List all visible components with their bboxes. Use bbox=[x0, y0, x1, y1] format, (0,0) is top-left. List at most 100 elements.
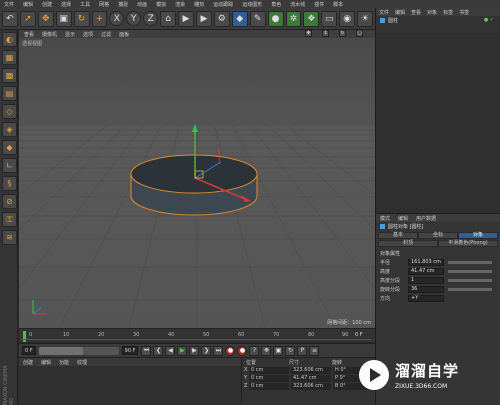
pointer-icon[interactable]: ➚ bbox=[19, 10, 36, 27]
light-icon[interactable]: ☀ bbox=[357, 10, 374, 27]
size-x-field[interactable]: 323.606 cm bbox=[291, 366, 331, 374]
model-mode-icon[interactable]: ▦ bbox=[2, 50, 17, 65]
scale-icon[interactable]: ▣ bbox=[55, 10, 72, 27]
size-z-field[interactable]: 323.606 cm bbox=[291, 382, 331, 390]
coord-system-icon[interactable]: ⌂ bbox=[160, 10, 177, 27]
keyframe-selection-icon[interactable]: ? bbox=[249, 345, 260, 356]
menu-item[interactable]: 脚本 bbox=[333, 1, 343, 8]
tab-caps[interactable]: 封顶 bbox=[378, 240, 438, 247]
deformer-icon[interactable]: ❖ bbox=[303, 10, 320, 27]
current-frame-marker[interactable] bbox=[23, 331, 26, 342]
attribute-menu-item[interactable]: 编辑 bbox=[398, 215, 408, 222]
menu-item[interactable]: 雕刻 bbox=[194, 1, 204, 8]
start-frame-field[interactable]: 0 F bbox=[22, 346, 36, 355]
points-mode-icon[interactable]: ◇ bbox=[2, 104, 17, 119]
viewport-menu-item[interactable]: 摄像机 bbox=[42, 31, 57, 38]
visibility-check-icon[interactable]: ● ✓ bbox=[484, 17, 494, 23]
material-menu-item[interactable]: 创建 bbox=[23, 359, 33, 366]
x-axis-button[interactable]: X bbox=[109, 11, 125, 26]
material-menu-item[interactable]: 纹理 bbox=[77, 359, 87, 366]
subdivide-icon[interactable]: ● bbox=[267, 10, 284, 27]
viewport-menu-item[interactable]: 过滤 bbox=[101, 31, 111, 38]
timeline-menu-icon[interactable]: ≡ bbox=[309, 345, 320, 356]
array-icon[interactable]: ✲ bbox=[285, 10, 302, 27]
menu-item[interactable]: 网格 bbox=[99, 1, 109, 8]
menu-item[interactable]: 渲染 bbox=[175, 1, 185, 8]
height-slider[interactable] bbox=[448, 269, 492, 273]
object-menu-item[interactable]: 书签 bbox=[459, 9, 469, 16]
height-segments-slider[interactable] bbox=[448, 278, 492, 282]
texture-mode-icon[interactable]: ▩ bbox=[2, 68, 17, 83]
play-icon[interactable]: ▶ bbox=[177, 345, 188, 356]
attribute-menu-item[interactable]: 用户数据 bbox=[416, 215, 436, 222]
render-view-icon[interactable]: ▶ bbox=[178, 10, 194, 27]
layer-icon[interactable]: ≋ bbox=[2, 230, 17, 245]
height-segments-field[interactable]: 1 bbox=[408, 276, 444, 284]
object-list-area[interactable] bbox=[376, 33, 500, 215]
tab-object[interactable]: 对象 bbox=[458, 232, 498, 239]
make-editable-icon[interactable]: ◐ bbox=[2, 32, 17, 47]
tab-basic[interactable]: 基本 bbox=[378, 232, 418, 239]
snap-icon[interactable]: § bbox=[2, 176, 17, 191]
timeline-ruler[interactable]: 0 10 20 30 40 50 60 70 80 90 0 F bbox=[19, 328, 375, 342]
material-menu-item[interactable]: 功能 bbox=[59, 359, 69, 366]
prev-key-icon[interactable]: ❮ bbox=[153, 345, 164, 356]
menu-item[interactable]: 工具 bbox=[80, 1, 90, 8]
position-y-field[interactable]: 0 cm bbox=[249, 374, 289, 382]
move-icon[interactable]: ✥ bbox=[37, 10, 54, 27]
rotation-key-icon[interactable]: ↻ bbox=[285, 345, 296, 356]
next-frame-icon[interactable]: ▶ bbox=[189, 345, 200, 356]
rotate-view-icon[interactable]: ↻ bbox=[339, 30, 346, 37]
render-settings-icon[interactable]: ⚙ bbox=[213, 10, 230, 27]
move-view-icon[interactable]: ✥ bbox=[305, 30, 312, 37]
object-menu-item[interactable]: 查看 bbox=[411, 9, 421, 16]
go-to-start-icon[interactable]: ⏮ bbox=[141, 345, 152, 356]
add-icon[interactable]: + bbox=[91, 10, 108, 27]
record-icon[interactable]: ● bbox=[225, 345, 236, 356]
position-x-field[interactable]: 0 cm bbox=[249, 366, 289, 374]
orientation-dropdown[interactable]: +Y bbox=[408, 294, 444, 302]
y-axis-button[interactable]: Y bbox=[126, 11, 142, 26]
rotation-segments-slider[interactable] bbox=[448, 287, 492, 291]
render-picture-icon[interactable]: ▶ bbox=[195, 10, 212, 27]
object-menu-item[interactable]: 对象 bbox=[427, 9, 437, 16]
menu-item[interactable]: 插件 bbox=[314, 1, 324, 8]
viewport-menu-item[interactable]: 面板 bbox=[119, 31, 129, 38]
workplane-icon[interactable]: ▤ bbox=[2, 86, 17, 101]
viewport-menu-item[interactable]: 显示 bbox=[65, 31, 75, 38]
undo-icon[interactable]: ↶ bbox=[2, 10, 18, 27]
tab-phong[interactable]: 平滑着色(Phong) bbox=[438, 240, 498, 247]
menu-item[interactable]: 运动跟踪 bbox=[213, 1, 233, 8]
scale-key-icon[interactable]: ▣ bbox=[273, 345, 284, 356]
menu-item[interactable]: 创建 bbox=[42, 1, 52, 8]
viewport-menu-item[interactable]: 查看 bbox=[24, 31, 34, 38]
axis-mode-icon[interactable]: ∟ bbox=[2, 158, 17, 173]
position-z-field[interactable]: 0 cm bbox=[249, 382, 289, 390]
frame-range-slider[interactable] bbox=[38, 346, 119, 355]
quantize-icon[interactable]: ⊘ bbox=[2, 194, 17, 209]
menu-item[interactable]: 流水线 bbox=[290, 1, 305, 8]
maximize-view-icon[interactable]: ▢ bbox=[356, 30, 363, 37]
pen-icon[interactable]: ✎ bbox=[249, 10, 266, 27]
autokey-icon[interactable]: ● bbox=[237, 345, 248, 356]
tab-coord[interactable]: 坐标 bbox=[418, 232, 458, 239]
rotation-segments-field[interactable]: 36 bbox=[408, 285, 444, 293]
radius-slider[interactable] bbox=[448, 260, 492, 264]
menu-item[interactable]: 模拟 bbox=[156, 1, 166, 8]
zoom-view-icon[interactable]: ↕ bbox=[322, 30, 329, 37]
perspective-viewport[interactable]: 透视视图 网格间距：100 cm bbox=[19, 38, 375, 328]
object-menu-item[interactable]: 编辑 bbox=[395, 9, 405, 16]
position-key-icon[interactable]: ✥ bbox=[261, 345, 272, 356]
menu-item[interactable]: 选择 bbox=[61, 1, 71, 8]
camera-icon[interactable]: ◉ bbox=[339, 10, 356, 27]
menu-item[interactable]: 文件 bbox=[4, 1, 14, 8]
menu-item[interactable]: 捕捉 bbox=[118, 1, 128, 8]
menu-item[interactable]: 运动图形 bbox=[242, 1, 262, 8]
floor-icon[interactable]: ▭ bbox=[321, 10, 338, 27]
prev-frame-icon[interactable]: ◀ bbox=[165, 345, 176, 356]
edges-mode-icon[interactable]: ◈ bbox=[2, 122, 17, 137]
rotate-icon[interactable]: ↻ bbox=[73, 10, 90, 27]
param-key-icon[interactable]: P bbox=[297, 345, 308, 356]
radius-field[interactable]: 161.803 cm bbox=[408, 258, 444, 266]
object-row-cylinder[interactable]: 圆柱 ● ✓ bbox=[376, 16, 500, 24]
